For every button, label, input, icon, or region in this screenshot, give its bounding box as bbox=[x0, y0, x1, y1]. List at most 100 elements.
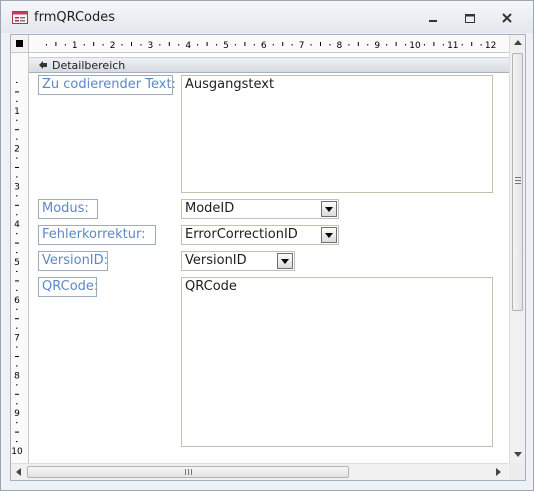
detail-section-header[interactable]: Detailbereich bbox=[29, 57, 509, 73]
combobox-versionid[interactable]: VersionID bbox=[181, 251, 295, 271]
ruler-tick bbox=[442, 44, 444, 46]
ruler-tick bbox=[15, 129, 19, 131]
ruler-tick bbox=[348, 44, 350, 46]
scroll-up-icon[interactable] bbox=[514, 40, 522, 45]
ruler-tick bbox=[140, 44, 142, 46]
ruler-label: 8 bbox=[14, 371, 20, 381]
ruler-tick bbox=[16, 441, 18, 443]
vertical-scrollbar[interactable] bbox=[509, 35, 525, 463]
title-bar[interactable]: frmQRCodes bbox=[1, 1, 533, 33]
maximize-icon[interactable] bbox=[458, 9, 482, 27]
ruler-tick bbox=[16, 119, 18, 121]
ruler-tick bbox=[64, 44, 66, 46]
close-icon[interactable] bbox=[495, 9, 519, 27]
ruler-tick bbox=[16, 195, 18, 197]
ruler-label: 8 bbox=[337, 41, 343, 51]
ruler-tick bbox=[461, 44, 463, 46]
ruler-tick bbox=[320, 42, 321, 46]
ruler-tick bbox=[45, 44, 47, 46]
combobox-modeid-value: ModeID bbox=[185, 201, 235, 216]
form-window: frmQRCodes 1 2 3 4 5 6 7 8 9 10 11 12 1 2 3 4 5 6 7 8 9 10 D… bbox=[0, 0, 534, 491]
ruler-tick bbox=[159, 44, 161, 46]
ruler-tick bbox=[16, 422, 18, 424]
combobox-errorcorrectionid[interactable]: ErrorCorrectionID bbox=[181, 225, 339, 245]
ruler-tick bbox=[16, 384, 18, 386]
vertical-scroll-thumb[interactable] bbox=[512, 53, 523, 311]
ruler-tick bbox=[405, 44, 407, 46]
detail-section: Zu codierender Text: Ausgangstext Modus:… bbox=[29, 73, 509, 463]
section-label: Detailbereich bbox=[52, 59, 126, 72]
ruler-tick bbox=[121, 44, 123, 46]
horizontal-scrollbar[interactable] bbox=[11, 463, 509, 480]
ruler-tick bbox=[16, 214, 18, 216]
horizontal-ruler[interactable]: 1 2 3 4 5 6 7 8 9 10 11 12 bbox=[29, 35, 509, 53]
ruler-tick bbox=[386, 44, 388, 46]
section-collapse-icon bbox=[39, 61, 47, 69]
ruler-label: 3 bbox=[148, 41, 154, 51]
ruler-label: 6 bbox=[261, 41, 267, 51]
ruler-tick bbox=[206, 42, 208, 46]
ruler-tick bbox=[253, 44, 255, 46]
thumb-grip-icon bbox=[185, 469, 192, 475]
horizontal-ruler-ticks: 1 2 3 4 5 6 7 8 9 10 11 12 bbox=[45, 41, 496, 51]
ruler-tick bbox=[16, 308, 18, 310]
ruler-tick bbox=[16, 403, 18, 405]
ruler-tick bbox=[15, 167, 19, 168]
dropdown-versionid-icon[interactable] bbox=[277, 253, 293, 269]
label-versionid[interactable]: VersionID: bbox=[38, 251, 108, 271]
image-qrcode[interactable]: QRCode bbox=[181, 277, 493, 447]
ruler-label: 5 bbox=[14, 258, 20, 268]
label-fehlerkorrektur[interactable]: Fehlerkorrektur: bbox=[38, 225, 156, 245]
label-zu-codierender-text[interactable]: Zu codierender Text: bbox=[38, 75, 176, 95]
minimize-icon[interactable] bbox=[421, 9, 445, 27]
ruler-tick bbox=[329, 44, 331, 46]
window-title: frmQRCodes bbox=[34, 10, 116, 25]
ruler-tick bbox=[16, 365, 18, 367]
ruler-tick bbox=[168, 42, 170, 46]
vertical-ruler[interactable]: 1 2 3 4 5 6 7 8 9 10 bbox=[11, 53, 29, 463]
ruler-tick bbox=[16, 233, 18, 235]
ruler-label: 6 bbox=[14, 296, 20, 306]
ruler-tick bbox=[357, 42, 359, 46]
ruler-tick bbox=[93, 42, 95, 46]
ruler-label: 7 bbox=[299, 41, 305, 51]
form-selector-box bbox=[16, 40, 23, 47]
ruler-tick bbox=[291, 44, 293, 46]
scroll-down-icon[interactable] bbox=[514, 452, 522, 457]
ruler-tick bbox=[15, 242, 19, 244]
ruler-label: 3 bbox=[14, 182, 20, 192]
ruler-tick bbox=[16, 346, 18, 348]
ruler-label: 1 bbox=[14, 107, 20, 117]
ruler-tick bbox=[395, 42, 397, 46]
label-modus[interactable]: Modus: bbox=[38, 199, 98, 219]
ruler-label: 4 bbox=[185, 41, 191, 51]
ruler-tick bbox=[102, 44, 104, 46]
dropdown-modeid-icon[interactable] bbox=[321, 201, 337, 217]
form-selector[interactable] bbox=[11, 35, 29, 53]
horizontal-scroll-thumb[interactable] bbox=[27, 466, 349, 478]
ruler-tick bbox=[178, 44, 180, 46]
textbox-ausgangstext[interactable]: Ausgangstext bbox=[181, 75, 493, 193]
dropdown-errorcorrectionid-icon[interactable] bbox=[321, 227, 337, 243]
ruler-tick bbox=[15, 318, 19, 320]
scroll-left-icon[interactable] bbox=[16, 468, 21, 476]
scroll-right-icon[interactable] bbox=[496, 468, 501, 476]
ruler-tick bbox=[367, 44, 369, 46]
label-qrcode[interactable]: QRCode: bbox=[38, 277, 98, 297]
ruler-tick bbox=[433, 42, 435, 46]
ruler-tick bbox=[244, 42, 246, 46]
combobox-modeid[interactable]: ModeID bbox=[181, 199, 339, 219]
ruler-tick bbox=[16, 138, 18, 140]
ruler-label: 9 bbox=[374, 41, 380, 51]
ruler-tick bbox=[282, 42, 284, 46]
ruler-label: 9 bbox=[14, 409, 20, 419]
ruler-tick bbox=[272, 44, 274, 46]
ruler-tick bbox=[55, 42, 57, 46]
ruler-tick bbox=[15, 204, 19, 206]
size-grip bbox=[509, 463, 525, 480]
ruler-tick bbox=[16, 252, 18, 254]
ruler-label: 1 bbox=[72, 41, 78, 51]
ruler-tick bbox=[15, 280, 19, 282]
ruler-tick bbox=[310, 44, 312, 46]
ruler-tick bbox=[131, 42, 132, 46]
